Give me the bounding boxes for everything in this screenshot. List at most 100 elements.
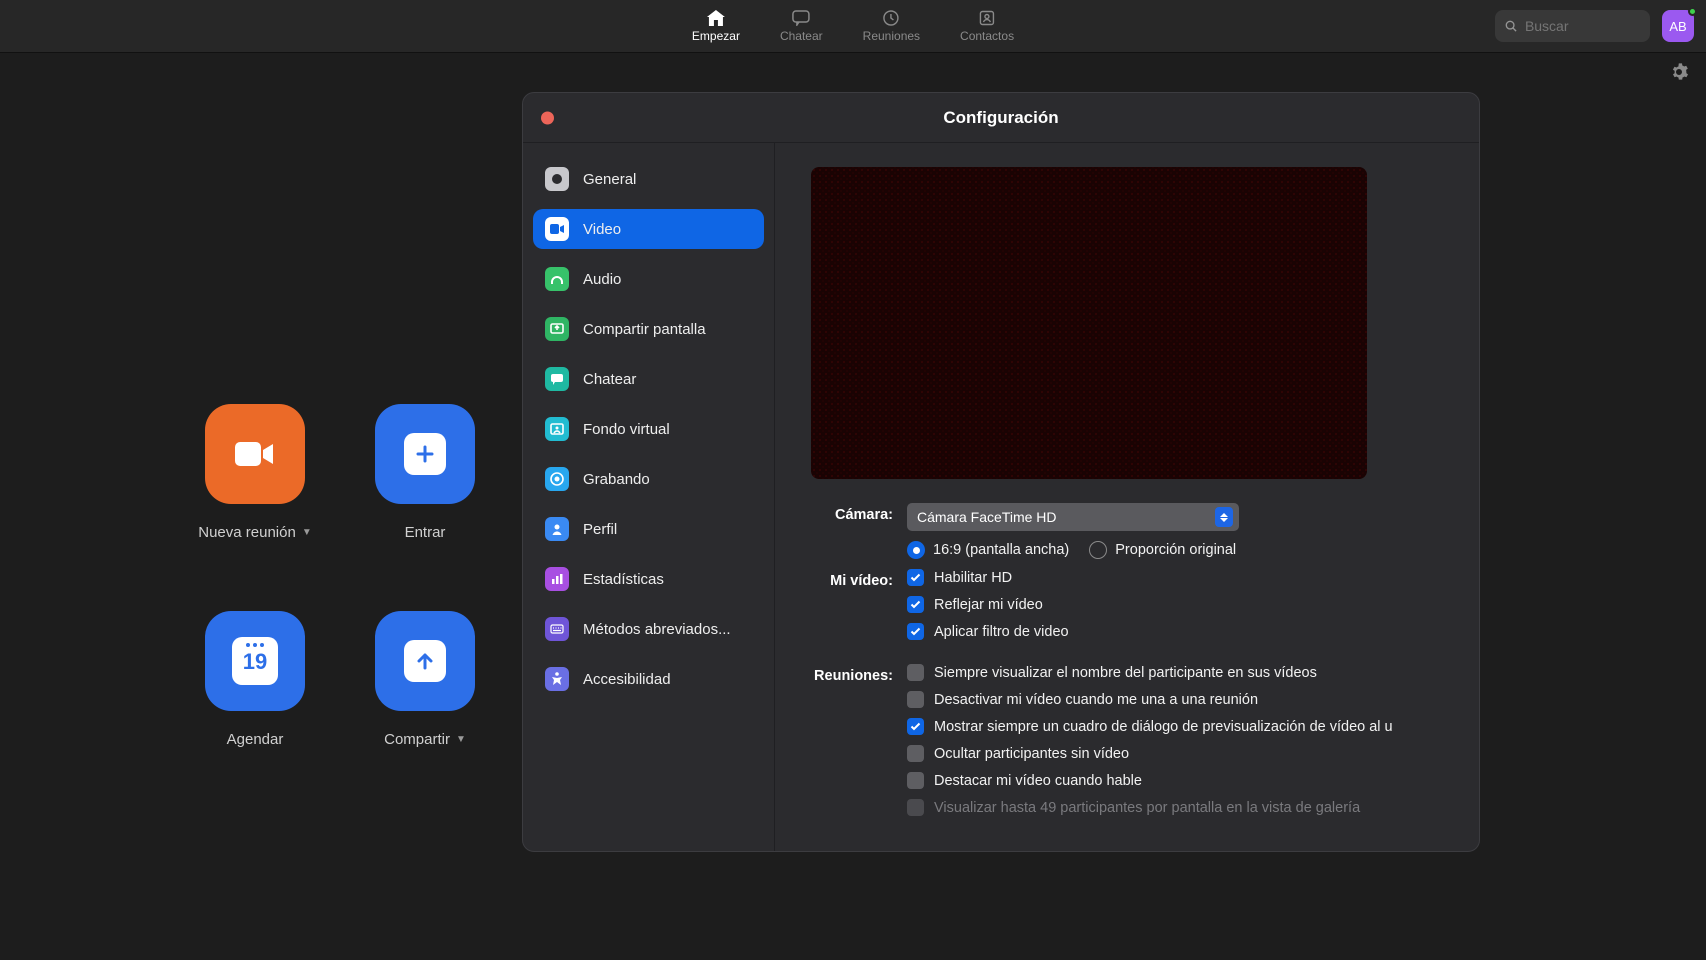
nav-right: AB xyxy=(1495,10,1694,42)
home-tiles: Nueva reunión ▼ Entrar 19 Agendar xyxy=(170,404,510,748)
my-video-label: Mi vídeo: xyxy=(811,569,907,589)
keyboard-icon xyxy=(545,617,569,641)
sidebar-item-label: Chatear xyxy=(583,371,636,388)
recording-icon xyxy=(545,467,569,491)
presence-dot xyxy=(1688,7,1697,16)
video-icon xyxy=(545,217,569,241)
accessibility-icon xyxy=(545,667,569,691)
sidebar-item-virtual-bg[interactable]: Fondo virtual xyxy=(533,409,764,449)
aspect-radio-group: 16:9 (pantalla ancha) Proporción origina… xyxy=(907,541,1445,559)
select-chevron-icon xyxy=(1215,507,1233,527)
nav-tab-contacts[interactable]: Contactos xyxy=(954,0,1020,52)
checkbox xyxy=(907,623,924,640)
avatar[interactable]: AB xyxy=(1662,10,1694,42)
video-icon xyxy=(233,438,277,470)
sidebar-item-video[interactable]: Video xyxy=(533,209,764,249)
nav-tab-label: Chatear xyxy=(780,29,823,43)
meetings-row: Reuniones: Siempre visualizar el nombre … xyxy=(811,664,1445,816)
checkbox xyxy=(907,772,924,789)
sidebar-item-general[interactable]: General xyxy=(533,159,764,199)
home-icon xyxy=(706,10,726,26)
radio-16-9[interactable]: 16:9 (pantalla ancha) xyxy=(907,541,1069,559)
search-icon xyxy=(1505,19,1517,33)
checkbox xyxy=(907,799,924,816)
calendar-icon: 19 xyxy=(232,637,278,685)
checkbox xyxy=(907,664,924,681)
share-button[interactable] xyxy=(375,611,475,711)
tile-label: Entrar xyxy=(405,524,446,541)
check-mirror[interactable]: Reflejar mi vídeo xyxy=(907,596,1445,613)
arrow-up-icon xyxy=(404,640,446,682)
check-filter[interactable]: Aplicar filtro de video xyxy=(907,623,1445,640)
sidebar-item-chat[interactable]: Chatear xyxy=(533,359,764,399)
meetings-label: Reuniones: xyxy=(811,664,907,684)
check-disable-on-join[interactable]: Desactivar mi vídeo cuando me una a una … xyxy=(907,691,1445,708)
checkbox xyxy=(907,745,924,762)
tile-share: Compartir ▼ xyxy=(340,611,510,748)
sidebar-item-label: Grabando xyxy=(583,471,650,488)
top-nav: Empezar Chatear Reuniones Contactos A xyxy=(0,0,1706,53)
settings-body: General Video Audio Compartir pantalla C… xyxy=(523,143,1479,851)
chat-icon xyxy=(791,10,811,26)
stats-icon xyxy=(545,567,569,591)
chat-icon xyxy=(545,367,569,391)
video-preview xyxy=(811,167,1367,479)
sidebar-item-audio[interactable]: Audio xyxy=(533,259,764,299)
sidebar-item-share-screen[interactable]: Compartir pantalla xyxy=(533,309,764,349)
check-preview-dialog[interactable]: Mostrar siempre un cuadro de diálogo de … xyxy=(907,718,1445,735)
sidebar-item-accessibility[interactable]: Accesibilidad xyxy=(533,659,764,699)
settings-main: Cámara: Cámara FaceTime HD 16:9 (pantall… xyxy=(775,143,1479,851)
search-box[interactable] xyxy=(1495,10,1650,42)
sidebar-item-label: Audio xyxy=(583,271,621,288)
check-gallery-49: Visualizar hasta 49 participantes por pa… xyxy=(907,799,1445,816)
sidebar-item-recording[interactable]: Grabando xyxy=(533,459,764,499)
sidebar-item-label: General xyxy=(583,171,636,188)
contacts-icon xyxy=(977,10,997,26)
join-button[interactable] xyxy=(375,404,475,504)
tile-label[interactable]: Compartir ▼ xyxy=(384,731,466,748)
close-icon[interactable] xyxy=(541,111,554,124)
search-input[interactable] xyxy=(1525,18,1640,34)
radio-original[interactable]: Proporción original xyxy=(1089,541,1236,559)
tile-label[interactable]: Nueva reunión ▼ xyxy=(198,524,311,541)
clock-icon xyxy=(881,10,901,26)
check-show-name[interactable]: Siempre visualizar el nombre del partici… xyxy=(907,664,1445,681)
checkbox xyxy=(907,718,924,735)
chevron-down-icon: ▼ xyxy=(302,527,312,538)
camera-label: Cámara: xyxy=(811,503,907,523)
sidebar-item-stats[interactable]: Estadísticas xyxy=(533,559,764,599)
sidebar-item-label: Accesibilidad xyxy=(583,671,671,688)
chevron-down-icon: ▼ xyxy=(456,734,466,745)
nav-tab-home[interactable]: Empezar xyxy=(686,0,746,52)
gear-icon[interactable] xyxy=(1670,63,1688,86)
check-enable-hd[interactable]: Habilitar HD xyxy=(907,569,1445,586)
sidebar-item-label: Métodos abreviados... xyxy=(583,621,731,638)
tile-label: Agendar xyxy=(227,731,284,748)
tile-join: Entrar xyxy=(340,404,510,541)
nav-tab-label: Contactos xyxy=(960,29,1014,43)
nav-tab-chat[interactable]: Chatear xyxy=(774,0,829,52)
nav-tabs: Empezar Chatear Reuniones Contactos xyxy=(686,0,1020,52)
sidebar-item-shortcuts[interactable]: Métodos abreviados... xyxy=(533,609,764,649)
settings-title: Configuración xyxy=(943,108,1058,128)
nav-tab-meetings[interactable]: Reuniones xyxy=(857,0,926,52)
check-spotlight[interactable]: Destacar mi vídeo cuando hable xyxy=(907,772,1445,789)
radio-dot xyxy=(1089,541,1107,559)
share-screen-icon xyxy=(545,317,569,341)
general-icon xyxy=(545,167,569,191)
schedule-button[interactable]: 19 xyxy=(205,611,305,711)
settings-header: Configuración xyxy=(523,93,1479,143)
settings-scroll[interactable]: Cámara: Cámara FaceTime HD 16:9 (pantall… xyxy=(775,143,1465,851)
new-meeting-button[interactable] xyxy=(205,404,305,504)
checkbox xyxy=(907,691,924,708)
sidebar-item-profile[interactable]: Perfil xyxy=(533,509,764,549)
tile-schedule: 19 Agendar xyxy=(170,611,340,748)
avatar-initials: AB xyxy=(1669,19,1686,34)
nav-tab-label: Empezar xyxy=(692,29,740,43)
sidebar-item-label: Compartir pantalla xyxy=(583,321,706,338)
check-hide-nonvideo[interactable]: Ocultar participantes sin vídeo xyxy=(907,745,1445,762)
audio-icon xyxy=(545,267,569,291)
nav-tab-label: Reuniones xyxy=(863,29,920,43)
settings-sidebar: General Video Audio Compartir pantalla C… xyxy=(523,143,775,851)
camera-select[interactable]: Cámara FaceTime HD xyxy=(907,503,1239,531)
